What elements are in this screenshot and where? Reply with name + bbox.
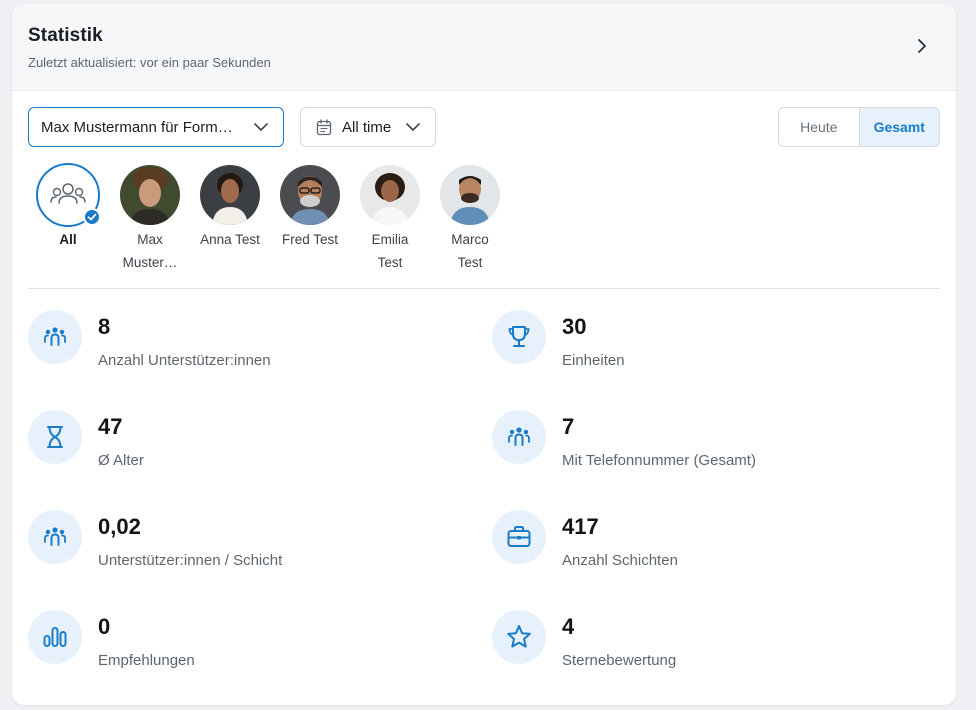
- stat-label: Einheiten: [562, 352, 625, 369]
- card-title: Statistik: [28, 25, 103, 46]
- avatar-name: Emilia: [371, 232, 409, 247]
- stat-supporters: 8 Anzahl Unterstützer:innen: [28, 308, 448, 372]
- stat-age: 47 Ø Alter: [28, 408, 448, 472]
- star-icon: [492, 610, 546, 664]
- avatar-photo: [440, 165, 500, 225]
- supporter-avatar-list: All Max Muster… Anna Test Fred Test Emil…: [28, 163, 628, 275]
- avatar-name: Marco: [451, 232, 489, 247]
- stat-value: 47: [98, 414, 123, 439]
- stat-value: 4: [562, 614, 575, 639]
- chevron-right-icon[interactable]: [914, 37, 930, 55]
- avatar-photo: [280, 165, 340, 225]
- stat-shifts: 417 Anzahl Schichten: [492, 508, 912, 572]
- chevron-down-icon: [254, 123, 268, 131]
- last-updated-text: Zuletzt aktualisiert: vor ein paar Sekun…: [28, 55, 271, 70]
- period-toggle: Heute Gesamt: [778, 107, 940, 147]
- avatar-name-line2: Test: [377, 255, 403, 270]
- stat-value: 0,02: [98, 514, 141, 539]
- stat-einheiten: 30 Einheiten: [492, 308, 912, 372]
- avatar-name: Max: [137, 232, 163, 247]
- stat-rating: 4 Sternebewertung: [492, 608, 912, 672]
- selected-check-badge: [83, 208, 101, 226]
- person-select-value: Max Mustermann für Form…: [41, 119, 233, 136]
- avatar-name-line2: Test: [457, 255, 483, 270]
- stat-label: Ø Alter: [98, 452, 144, 469]
- stat-label: Sternebewertung: [562, 652, 677, 669]
- group-avatar: [36, 163, 101, 227]
- stat-supporters-per-shift: 0,02 Unterstützer:innen / Schicht: [28, 508, 448, 572]
- trophy-icon: [492, 310, 546, 364]
- bar-chart-icon: [28, 610, 82, 664]
- filter-bar: Max Mustermann für Form… All time Heute …: [28, 107, 940, 147]
- avatar-name-line2: Muster…: [122, 255, 178, 270]
- stat-label: Anzahl Schichten: [562, 552, 678, 569]
- people-icon: [28, 510, 82, 564]
- avatar-all[interactable]: All: [28, 163, 108, 251]
- calendar-icon: [316, 119, 332, 136]
- time-range-select[interactable]: All time: [300, 107, 436, 147]
- avatar-photo: [200, 165, 260, 225]
- avatar-name: Fred Test: [281, 232, 339, 247]
- stat-label: Empfehlungen: [98, 652, 195, 669]
- check-icon: [87, 213, 97, 221]
- stat-value: 8: [98, 314, 111, 339]
- statistics-card: Statistik Zuletzt aktualisiert: vor ein …: [12, 4, 956, 705]
- chevron-down-icon: [406, 123, 420, 131]
- stat-label: Mit Telefonnummer (Gesamt): [562, 452, 756, 469]
- avatar-photo: [360, 165, 420, 225]
- time-range-value: All time: [342, 119, 392, 136]
- stat-label: Anzahl Unterstützer:innen: [98, 352, 271, 369]
- stat-phone: 7 Mit Telefonnummer (Gesamt): [492, 408, 912, 472]
- stat-label: Unterstützer:innen / Schicht: [98, 552, 283, 569]
- avatar-max[interactable]: Max Muster…: [110, 163, 190, 274]
- person-select[interactable]: Max Mustermann für Form…: [28, 107, 284, 147]
- card-header: Statistik Zuletzt aktualisiert: vor ein …: [12, 4, 956, 91]
- stat-value: 0: [98, 614, 111, 639]
- people-icon: [492, 410, 546, 464]
- avatar-anna[interactable]: Anna Test: [190, 163, 270, 251]
- stat-value: 30: [562, 314, 587, 339]
- stat-value: 7: [562, 414, 575, 439]
- hourglass-icon: [28, 410, 82, 464]
- avatar-photo: [120, 165, 180, 225]
- avatar-name: All: [59, 232, 77, 247]
- avatar-marco[interactable]: Marco Test: [430, 163, 510, 274]
- avatar-name: Anna Test: [200, 232, 260, 247]
- divider: [28, 288, 940, 289]
- toggle-gesamt[interactable]: Gesamt: [859, 108, 939, 146]
- toggle-heute[interactable]: Heute: [779, 108, 860, 146]
- people-icon: [28, 310, 82, 364]
- stat-value: 417: [562, 514, 599, 539]
- briefcase-icon: [492, 510, 546, 564]
- avatar-fred[interactable]: Fred Test: [270, 163, 350, 251]
- avatar-emilia[interactable]: Emilia Test: [350, 163, 430, 274]
- stat-referrals: 0 Empfehlungen: [28, 608, 448, 672]
